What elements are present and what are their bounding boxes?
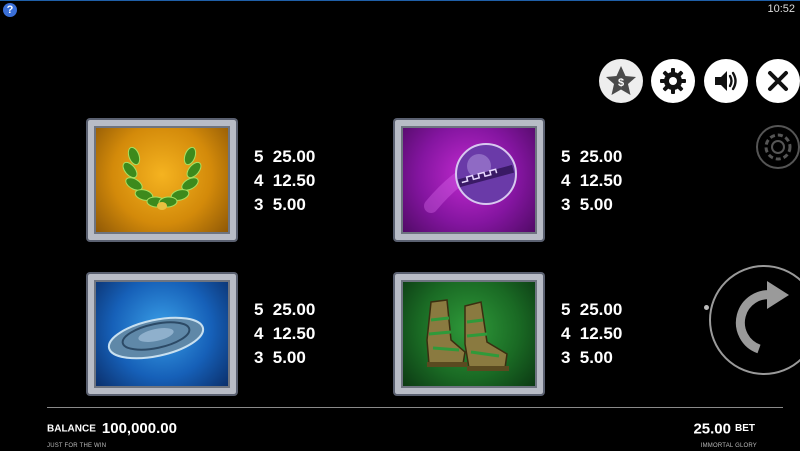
chip-icon bbox=[764, 133, 792, 161]
symbol-laurel-wreath bbox=[88, 120, 236, 240]
bet-label: BET bbox=[735, 423, 755, 435]
help-button[interactable]: ? bbox=[3, 3, 17, 17]
match-count: 3 bbox=[254, 195, 264, 214]
gear-icon bbox=[660, 68, 686, 94]
match-count: 3 bbox=[561, 195, 571, 214]
star-dollar-icon: $ bbox=[606, 66, 636, 95]
payout-value: 12.50 bbox=[579, 324, 623, 343]
paytable-purple-orb: 5 25.00 4 12.50 3 5.00 bbox=[561, 145, 622, 217]
symbol-sandals bbox=[395, 274, 543, 394]
clock: 10:52 bbox=[767, 3, 795, 15]
paytable-discus: 5 25.00 4 12.50 3 5.00 bbox=[254, 298, 315, 370]
match-count: 3 bbox=[561, 348, 571, 367]
symbol-discus bbox=[88, 274, 236, 394]
paytable-row: 4 12.50 bbox=[561, 169, 622, 193]
bet-value: 25.00 bbox=[693, 420, 731, 438]
match-count: 4 bbox=[254, 324, 264, 343]
paytable-row: 4 12.50 bbox=[561, 322, 622, 346]
paytable-row: 3 5.00 bbox=[254, 346, 315, 370]
payout-value: 12.50 bbox=[272, 324, 316, 343]
payout-value: 25.00 bbox=[579, 147, 623, 166]
game-name: IMMORTAL GLORY bbox=[700, 443, 757, 449]
match-count: 5 bbox=[254, 147, 264, 166]
payout-value: 5.00 bbox=[579, 195, 613, 214]
match-count: 5 bbox=[561, 147, 571, 166]
match-count: 5 bbox=[561, 300, 571, 319]
paytable-row: 4 12.50 bbox=[254, 322, 315, 346]
sound-button[interactable] bbox=[704, 59, 748, 103]
help-icon: ? bbox=[6, 4, 14, 16]
match-count: 4 bbox=[561, 171, 571, 190]
match-count: 4 bbox=[561, 324, 571, 343]
top-accent-line bbox=[0, 0, 800, 1]
spin-arrow-icon bbox=[735, 281, 789, 354]
close-icon bbox=[768, 71, 788, 91]
payout-value: 25.00 bbox=[272, 147, 316, 166]
mode-text: JUST FOR THE WIN bbox=[47, 443, 107, 449]
payout-value: 12.50 bbox=[272, 171, 316, 190]
paytable-row: 3 5.00 bbox=[561, 193, 622, 217]
match-count: 5 bbox=[254, 300, 264, 319]
balance-label: BALANCE bbox=[47, 423, 96, 435]
payout-value: 5.00 bbox=[272, 195, 306, 214]
favorite-button[interactable]: $ bbox=[599, 59, 643, 103]
purple-orb-icon bbox=[424, 143, 517, 213]
paytable-sandals: 5 25.00 4 12.50 3 5.00 bbox=[561, 298, 622, 370]
payout-value: 25.00 bbox=[272, 300, 316, 319]
paytable-laurel-wreath: 5 25.00 4 12.50 3 5.00 bbox=[254, 145, 315, 217]
payout-value: 5.00 bbox=[579, 348, 613, 367]
sandals-icon bbox=[426, 299, 509, 371]
balance-display: BALANCE 100,000.00 bbox=[47, 420, 177, 438]
paytable-row: 5 25.00 bbox=[561, 298, 622, 322]
spin-button[interactable] bbox=[709, 265, 800, 375]
speaker-icon bbox=[715, 71, 737, 91]
match-count: 4 bbox=[254, 171, 264, 190]
close-button[interactable] bbox=[756, 59, 800, 103]
settings-button[interactable] bbox=[651, 59, 695, 103]
paytable-row: 5 25.00 bbox=[254, 298, 315, 322]
payout-value: 5.00 bbox=[272, 348, 306, 367]
paytable-row: 4 12.50 bbox=[254, 169, 315, 193]
symbol-purple-orb bbox=[395, 120, 543, 240]
payout-value: 12.50 bbox=[579, 171, 623, 190]
paytable-row: 3 5.00 bbox=[561, 346, 622, 370]
match-count: 3 bbox=[254, 348, 264, 367]
autoplay-chip-button[interactable] bbox=[756, 125, 800, 169]
balance-value: 100,000.00 bbox=[101, 420, 177, 438]
bet-display[interactable]: 25.00 BET bbox=[693, 420, 755, 438]
payout-value: 25.00 bbox=[579, 300, 623, 319]
svg-text:$: $ bbox=[618, 77, 624, 89]
spin-indicator-dot bbox=[704, 305, 709, 310]
footer-divider bbox=[47, 407, 783, 408]
paytable-row: 3 5.00 bbox=[254, 193, 315, 217]
laurel-wreath-icon bbox=[122, 146, 202, 210]
discus-icon bbox=[107, 316, 205, 360]
paytable-row: 5 25.00 bbox=[561, 145, 622, 169]
paytable-row: 5 25.00 bbox=[254, 145, 315, 169]
